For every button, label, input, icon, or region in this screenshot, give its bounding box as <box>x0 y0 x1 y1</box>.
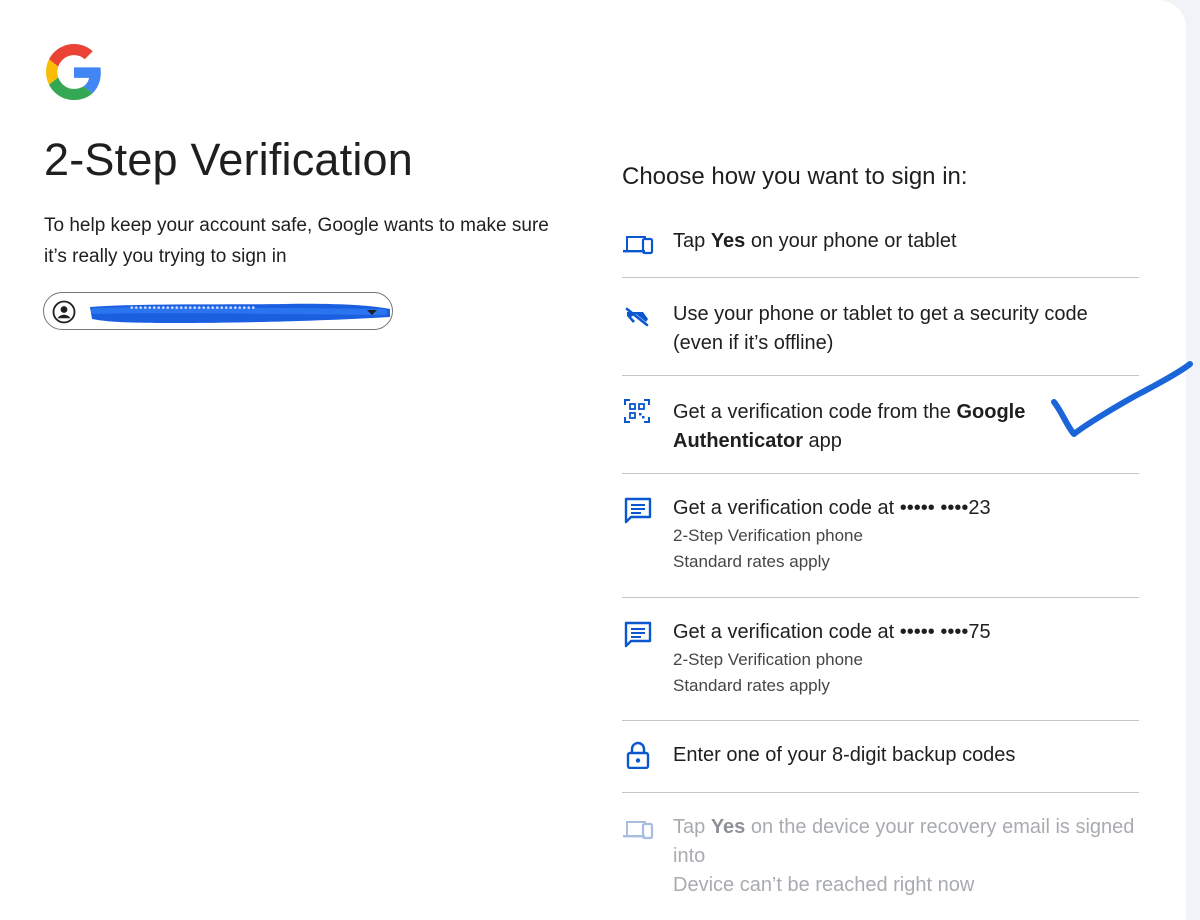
option-text: Get a verification code from the <box>673 401 957 423</box>
option-subtext: 2-Step Verification phone <box>673 650 863 669</box>
phonelink-off-icon <box>625 307 649 327</box>
account-switcher[interactable]: •••••••••••••••••••••••••••• <box>43 292 393 330</box>
devices-icon <box>623 236 654 255</box>
option-bold: Yes <box>710 816 746 838</box>
option-text: app <box>803 430 842 452</box>
devices-icon <box>623 821 654 840</box>
option-tap-yes-phone[interactable]: Tap Yes on your phone or tablet <box>622 205 1139 278</box>
arrow-drop-down-icon <box>367 310 377 315</box>
account-circle-icon <box>52 300 76 324</box>
lock-icon <box>626 741 650 769</box>
google-logo-icon <box>46 44 101 100</box>
choose-heading: Choose how you want to sign in: <box>622 163 968 190</box>
option-subtext: Standard rates apply <box>673 552 830 571</box>
option-tap-yes-recovery-device: Tap Yes on the device your recovery emai… <box>622 793 1139 913</box>
option-subtext: Device can’t be reached right now <box>673 874 975 896</box>
option-text: Get a verification code at ••••• ••••75 <box>673 621 991 643</box>
option-google-authenticator[interactable]: Get a verification code from the Google … <box>622 376 1139 474</box>
option-text: Get a verification code at ••••• ••••23 <box>673 497 991 519</box>
option-bold: Yes <box>710 230 746 252</box>
option-text: on your phone or tablet <box>745 230 957 252</box>
option-text: Tap <box>673 230 711 252</box>
option-subtext: 2-Step Verification phone <box>673 526 863 545</box>
option-text: Enter one of your 8-digit backup codes <box>673 744 1016 766</box>
page-title: 2-Step Verification <box>44 134 414 185</box>
option-sms-code-23[interactable]: Get a verification code at ••••• ••••23 … <box>622 474 1139 598</box>
qr-code-scanner-icon <box>624 399 650 423</box>
option-security-code-offline[interactable]: Use your phone or tablet to get a securi… <box>622 278 1139 376</box>
page-subtitle: To help keep your account safe, Google w… <box>44 215 549 267</box>
sms-icon <box>624 621 652 648</box>
sign-in-card: 2-Step Verification To help keep your ac… <box>0 0 1186 920</box>
option-backup-codes[interactable]: Enter one of your 8-digit backup codes <box>622 721 1139 793</box>
option-sms-code-75[interactable]: Get a verification code at ••••• ••••75 … <box>622 598 1139 721</box>
account-email: •••••••••••••••••••••••••••• <box>130 303 257 314</box>
sign-in-options-list: Tap Yes on your phone or tablet Use your… <box>622 205 1139 913</box>
option-text: Tap <box>673 816 711 838</box>
option-subtext: Standard rates apply <box>673 676 830 695</box>
sms-icon <box>624 497 652 524</box>
option-text: Use your phone or tablet to get a securi… <box>673 303 1088 354</box>
